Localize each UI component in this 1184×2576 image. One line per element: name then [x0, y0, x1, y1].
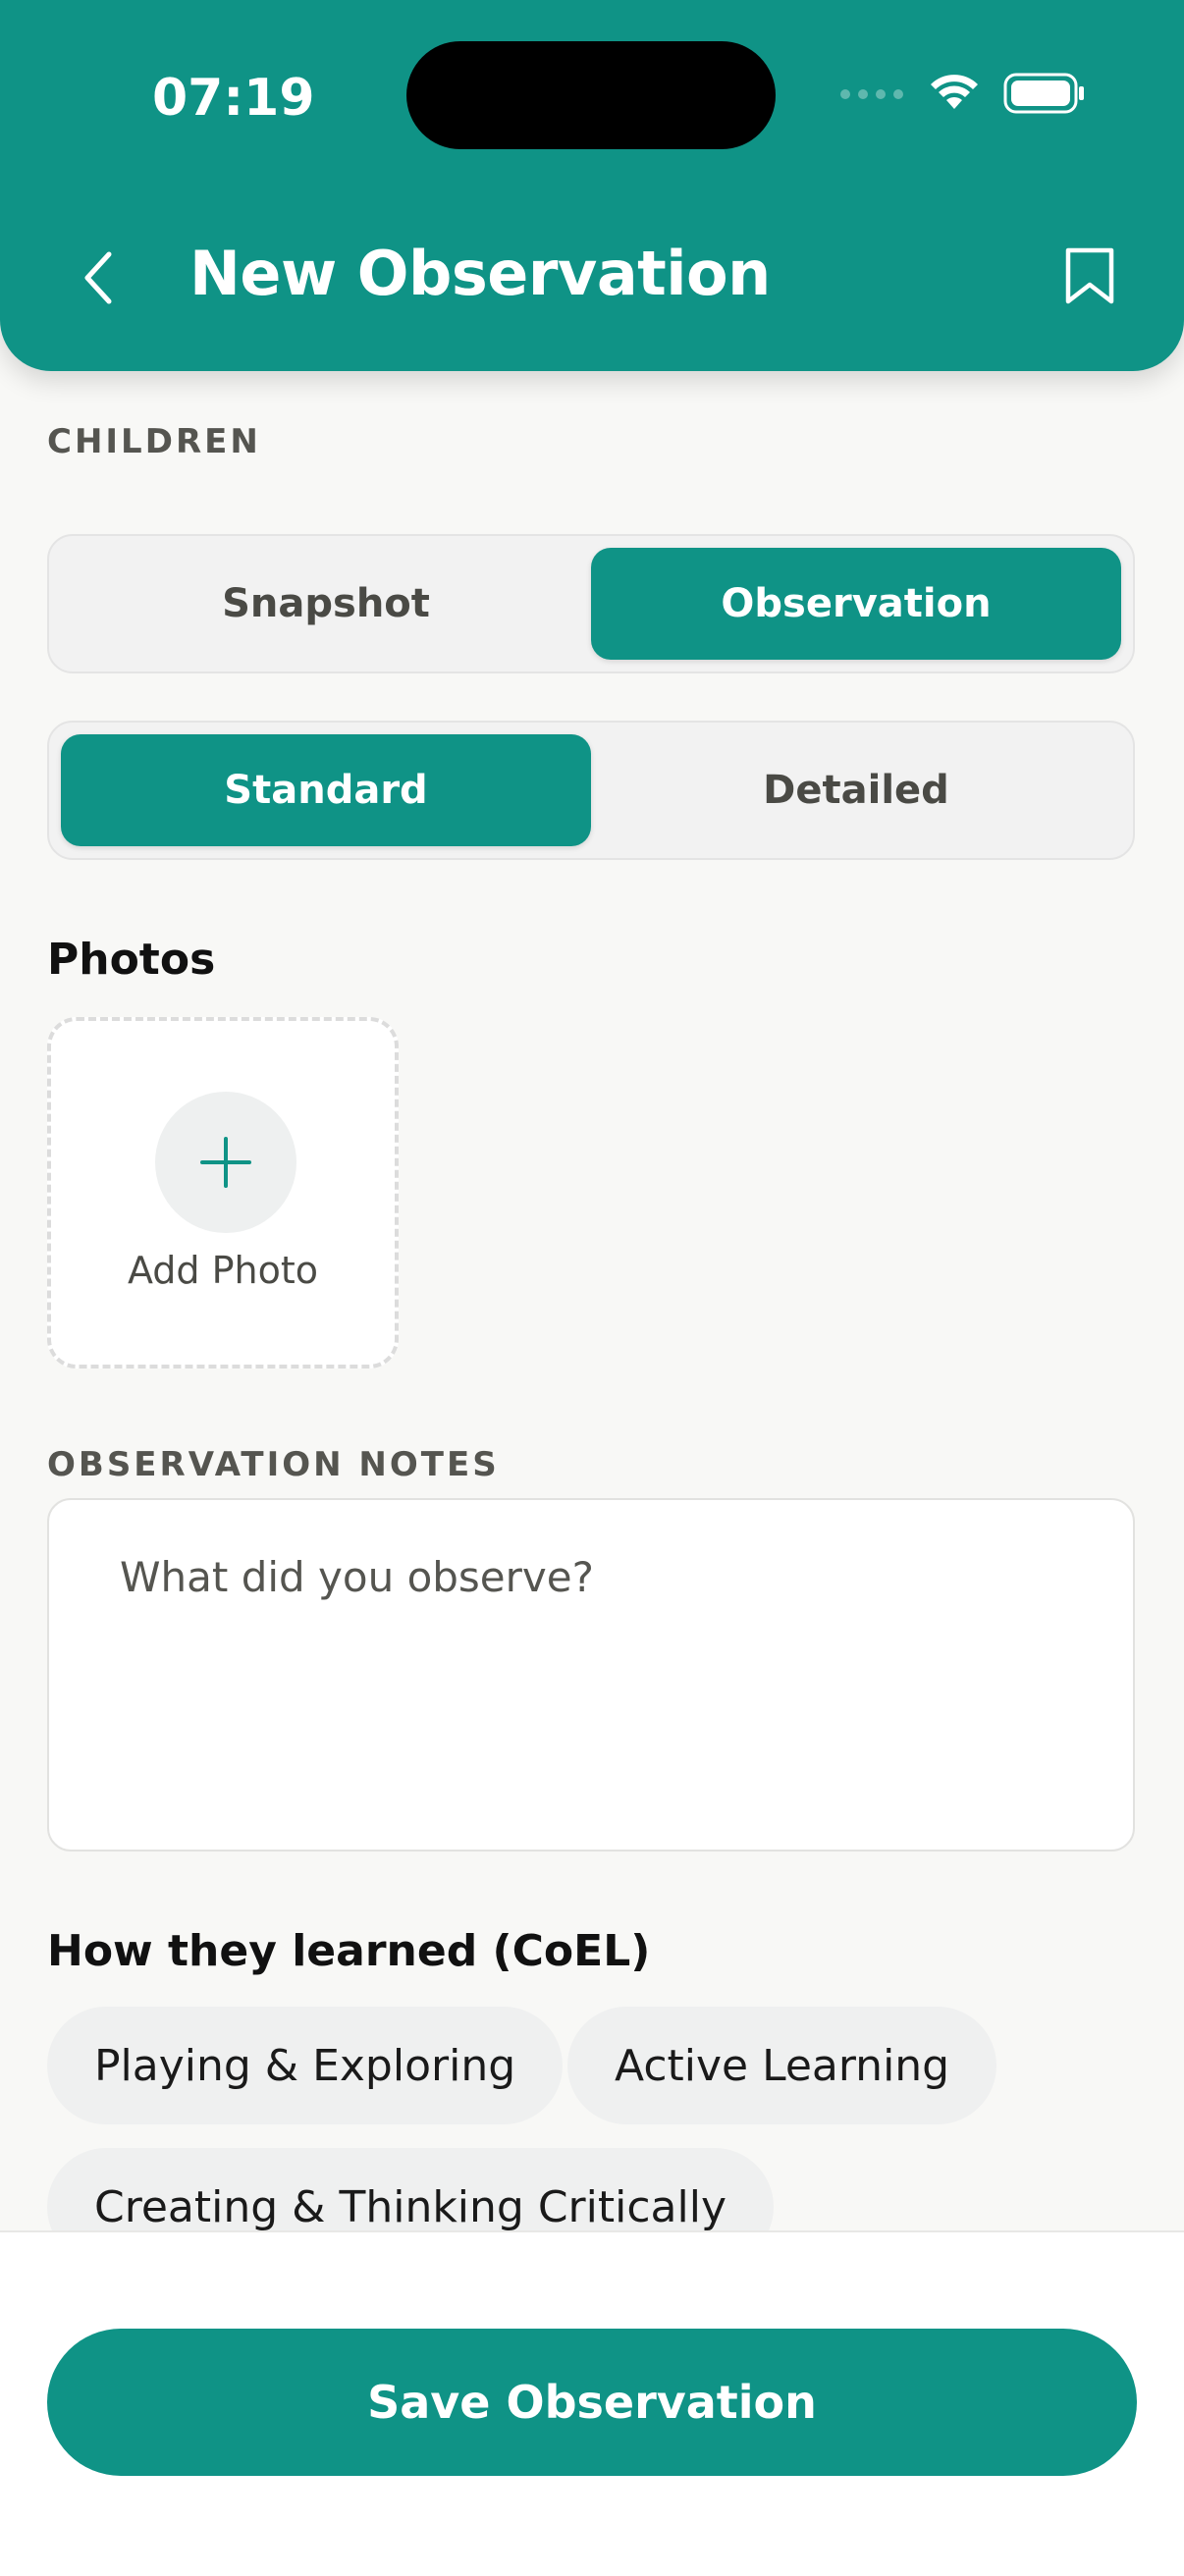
dynamic-island — [406, 41, 776, 149]
chip-playing-exploring[interactable]: Playing & Exploring — [47, 2007, 564, 2124]
chevron-left-icon — [84, 251, 112, 304]
status-bar: 07:19 — [0, 0, 1184, 196]
observation-notes-input[interactable] — [120, 1553, 1062, 1808]
add-photo-button[interactable]: Add Photo — [47, 1017, 399, 1368]
type-option-observation[interactable]: Observation — [591, 548, 1121, 660]
wifi-icon — [929, 74, 980, 117]
back-button[interactable] — [69, 243, 128, 312]
bookmark-button[interactable] — [1060, 242, 1119, 310]
status-time: 07:19 — [152, 69, 315, 128]
photos-heading: Photos — [47, 935, 216, 985]
children-section-label: CHILDREN — [47, 422, 261, 461]
signal-icon — [838, 86, 905, 105]
type-option-snapshot[interactable]: Snapshot — [61, 548, 591, 660]
coel-heading: How they learned (CoEL) — [47, 1926, 651, 1976]
status-icons — [838, 71, 1086, 120]
battery-icon — [1003, 73, 1086, 118]
save-observation-button[interactable]: Save Observation — [47, 2329, 1137, 2476]
observation-type-toggle: Snapshot Observation — [47, 534, 1135, 673]
plus-circle — [155, 1092, 296, 1233]
bookmark-icon — [1065, 247, 1114, 304]
page-title: New Observation — [189, 238, 771, 309]
notes-box — [47, 1498, 1135, 1852]
detail-level-toggle: Standard Detailed — [47, 721, 1135, 860]
detail-option-detailed[interactable]: Detailed — [591, 734, 1121, 846]
app-header: 07:19 New Observation — [0, 0, 1184, 371]
plus-icon — [200, 1137, 251, 1188]
notes-section-label: OBSERVATION NOTES — [47, 1445, 500, 1484]
chip-active-learning[interactable]: Active Learning — [567, 2007, 997, 2124]
detail-option-standard[interactable]: Standard — [61, 734, 591, 846]
footer-bar: Save Observation — [0, 2230, 1184, 2576]
add-photo-label: Add Photo — [127, 1249, 319, 1292]
